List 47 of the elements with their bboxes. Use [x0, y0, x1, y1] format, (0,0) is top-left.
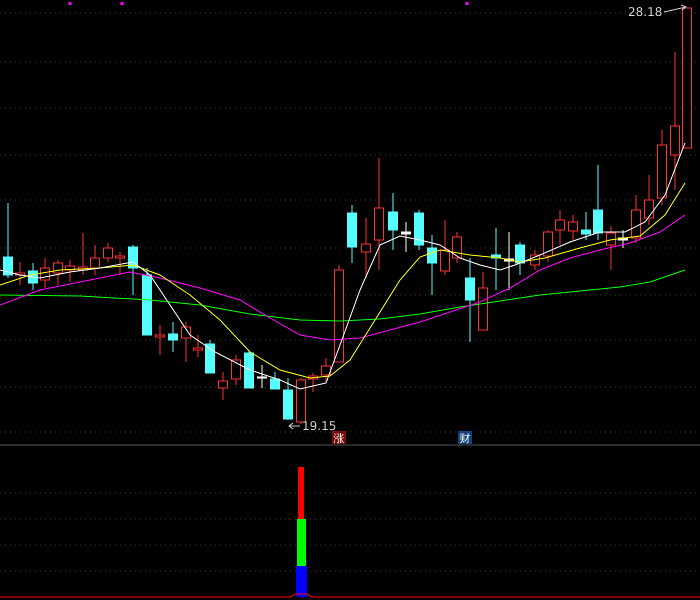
- candlestick: [283, 378, 293, 420]
- candlestick: [321, 358, 331, 384]
- candlestick: [606, 226, 616, 270]
- candlestick: [644, 174, 654, 226]
- candlestick: [15, 262, 25, 286]
- candlestick: [168, 322, 178, 352]
- candlestick: [555, 210, 565, 246]
- candlestick: [388, 192, 398, 250]
- candlestick: [181, 322, 191, 362]
- candlestick: [452, 232, 462, 264]
- event-badge: 涨: [332, 431, 346, 445]
- candlestick: [270, 372, 280, 390]
- candlestick: [491, 228, 501, 290]
- candlestick: [193, 334, 203, 358]
- candlestick: [205, 340, 215, 374]
- candlestick: [543, 230, 553, 262]
- candlestick: [65, 260, 75, 282]
- candlestick: [631, 194, 641, 244]
- candlestick: [244, 350, 254, 388]
- candlestick: [155, 324, 165, 356]
- candlestick: [401, 222, 411, 252]
- candlestick: [53, 260, 63, 286]
- candlestick: [581, 212, 591, 240]
- candlestick: [78, 232, 88, 276]
- candlestick: [414, 210, 424, 250]
- candlestick: [347, 204, 357, 264]
- candlestick: [568, 214, 578, 240]
- candlestick: [90, 244, 100, 276]
- candlestick: [257, 364, 267, 388]
- candlestick: [115, 252, 125, 276]
- low-price-label: 19.15: [288, 419, 336, 433]
- candlestick: [618, 230, 628, 248]
- candlestick: [128, 244, 138, 296]
- event-badge: 财: [458, 431, 472, 445]
- candlestick: [308, 372, 318, 392]
- candlestick: [40, 258, 50, 288]
- candlestick: [218, 372, 228, 400]
- candlestick: [142, 268, 152, 336]
- candlestick: [530, 250, 540, 270]
- candlestick: [427, 234, 437, 296]
- candlestick: [28, 262, 38, 290]
- high-price-label: 28.18: [628, 4, 688, 19]
- candlestick: [103, 242, 113, 262]
- candlestick: [361, 218, 371, 278]
- candlestick: [478, 272, 488, 330]
- candlestick: [231, 354, 241, 386]
- candlestick: [440, 220, 450, 276]
